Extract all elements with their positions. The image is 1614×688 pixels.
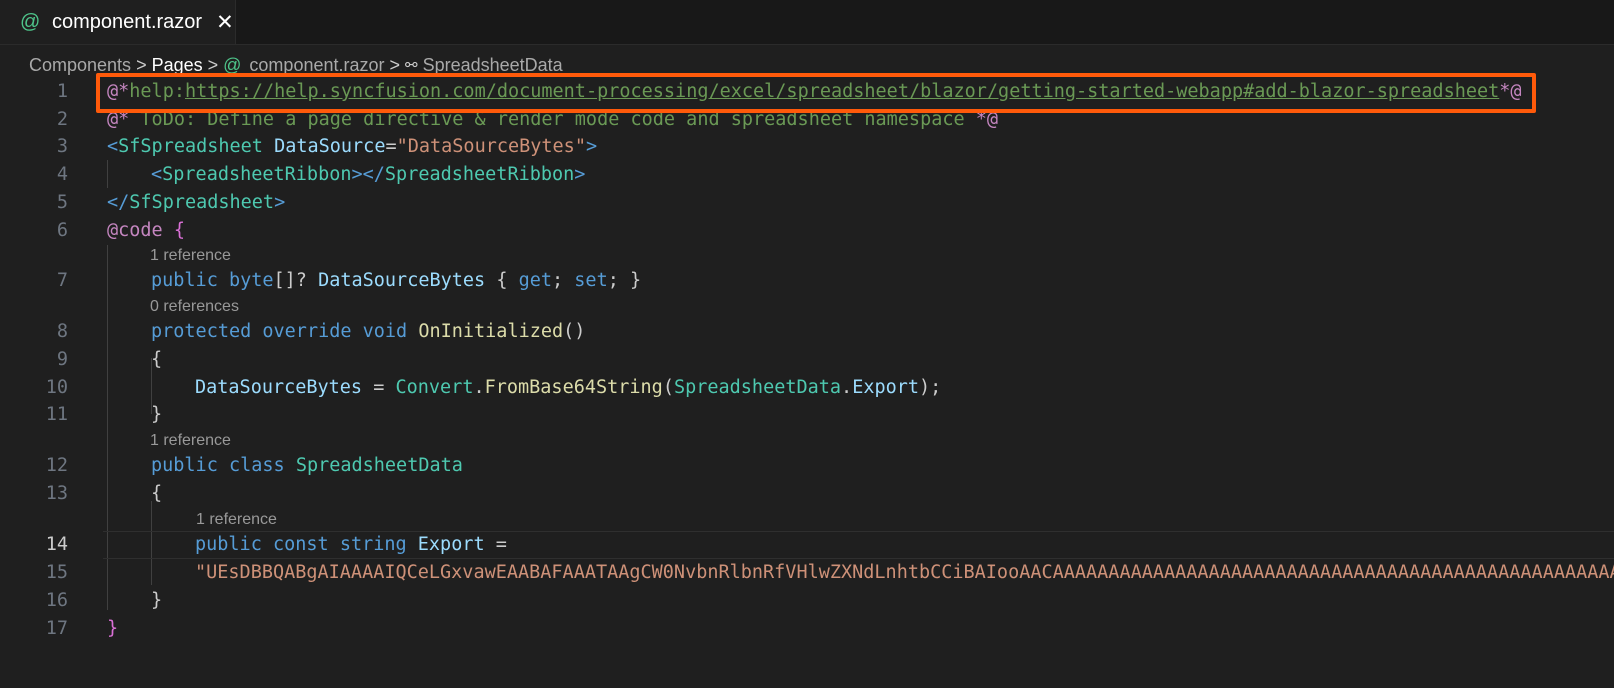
code-line-13: 13 { — [0, 480, 1614, 508]
line-number: 6 — [56, 220, 68, 241]
line-number: 14 — [45, 534, 68, 555]
code-line-10: 10 DataSourceBytes = Convert.FromBase64S… — [0, 374, 1614, 402]
code-line-15: 15 "UEsDBBQABgAIAAAAIQCeLGxvawEAABAFAAAT… — [0, 559, 1614, 587]
class-symbol-icon: ⚯ — [405, 57, 418, 74]
close-icon[interactable]: ✕ — [216, 10, 234, 35]
codelens-references[interactable]: 1 reference — [196, 509, 277, 531]
code-line-7: 7 public byte[]? DataSourceBytes { get; … — [0, 267, 1614, 295]
at-sign-icon: @ — [20, 10, 41, 33]
code-line-17: 17 } — [0, 615, 1614, 643]
code-text: protected override void OnInitialized() — [151, 321, 586, 342]
code-text: } — [151, 404, 163, 425]
code-text: { — [151, 483, 163, 504]
line-number: 1 — [56, 81, 68, 102]
code-text: DataSourceBytes = Convert.FromBase64Stri… — [195, 377, 942, 398]
code-text: @code { — [107, 220, 185, 241]
code-text: <SpreadsheetRibbon></SpreadsheetRibbon> — [151, 164, 586, 185]
line-number: 11 — [45, 404, 68, 425]
line-number: 2 — [56, 109, 68, 130]
code-text: "UEsDBBQABgAIAAAAIQCeLGxvawEAABAFAAATAAg… — [195, 562, 1614, 583]
code-text: } — [151, 590, 163, 611]
code-line-3: 3 <SfSpreadsheet DataSource="DataSourceB… — [0, 133, 1614, 161]
tab-title: component.razor — [52, 10, 203, 33]
code-line-11: 11 } — [0, 401, 1614, 429]
code-text: { — [151, 349, 163, 370]
line-number: 9 — [56, 349, 68, 370]
code-text: public byte[]? DataSourceBytes { get; se… — [151, 270, 642, 291]
line-number: 5 — [56, 192, 68, 213]
code-text: } — [107, 618, 119, 639]
line-number: 10 — [45, 377, 68, 398]
line-number: 8 — [56, 321, 68, 342]
code-line-4: 4 <SpreadsheetRibbon></SpreadsheetRibbon… — [0, 161, 1614, 189]
code-text: public const string Export = — [195, 534, 507, 555]
code-line-9: 9 { — [0, 346, 1614, 374]
code-line-5: 5 </SfSpreadsheet> — [0, 189, 1614, 217]
line-number: 3 — [56, 136, 68, 157]
line-number: 12 — [45, 455, 68, 476]
codelens-references[interactable]: 0 references — [150, 296, 239, 318]
editor-tab-bar: @ component.razor ✕ — [0, 0, 1614, 45]
codelens-references[interactable]: 1 reference — [150, 430, 231, 452]
code-line-14: 14 public const string Export = — [0, 531, 1614, 559]
code-editor[interactable]: 1 @*help:https://help.syncfusion.com/doc… — [0, 78, 1614, 688]
annotation-highlight-box — [96, 73, 1536, 113]
line-number: 16 — [45, 590, 68, 611]
codelens-references[interactable]: 1 reference — [150, 245, 231, 267]
code-text: <SfSpreadsheet DataSource="DataSourceByt… — [107, 136, 598, 157]
code-line-16: 16 } — [0, 587, 1614, 615]
code-line-8: 8 protected override void OnInitialized(… — [0, 318, 1614, 346]
tab-component-razor[interactable]: @ component.razor ✕ — [0, 0, 236, 44]
code-text: public class SpreadsheetData — [151, 455, 463, 476]
code-line-12: 12 public class SpreadsheetData — [0, 452, 1614, 480]
line-number: 13 — [45, 483, 68, 504]
line-number: 4 — [56, 164, 68, 185]
line-number: 7 — [56, 270, 68, 291]
line-number: 15 — [45, 562, 68, 583]
code-line-6: 6 @code { — [0, 217, 1614, 245]
line-number: 17 — [45, 618, 68, 639]
code-text: </SfSpreadsheet> — [107, 192, 286, 213]
